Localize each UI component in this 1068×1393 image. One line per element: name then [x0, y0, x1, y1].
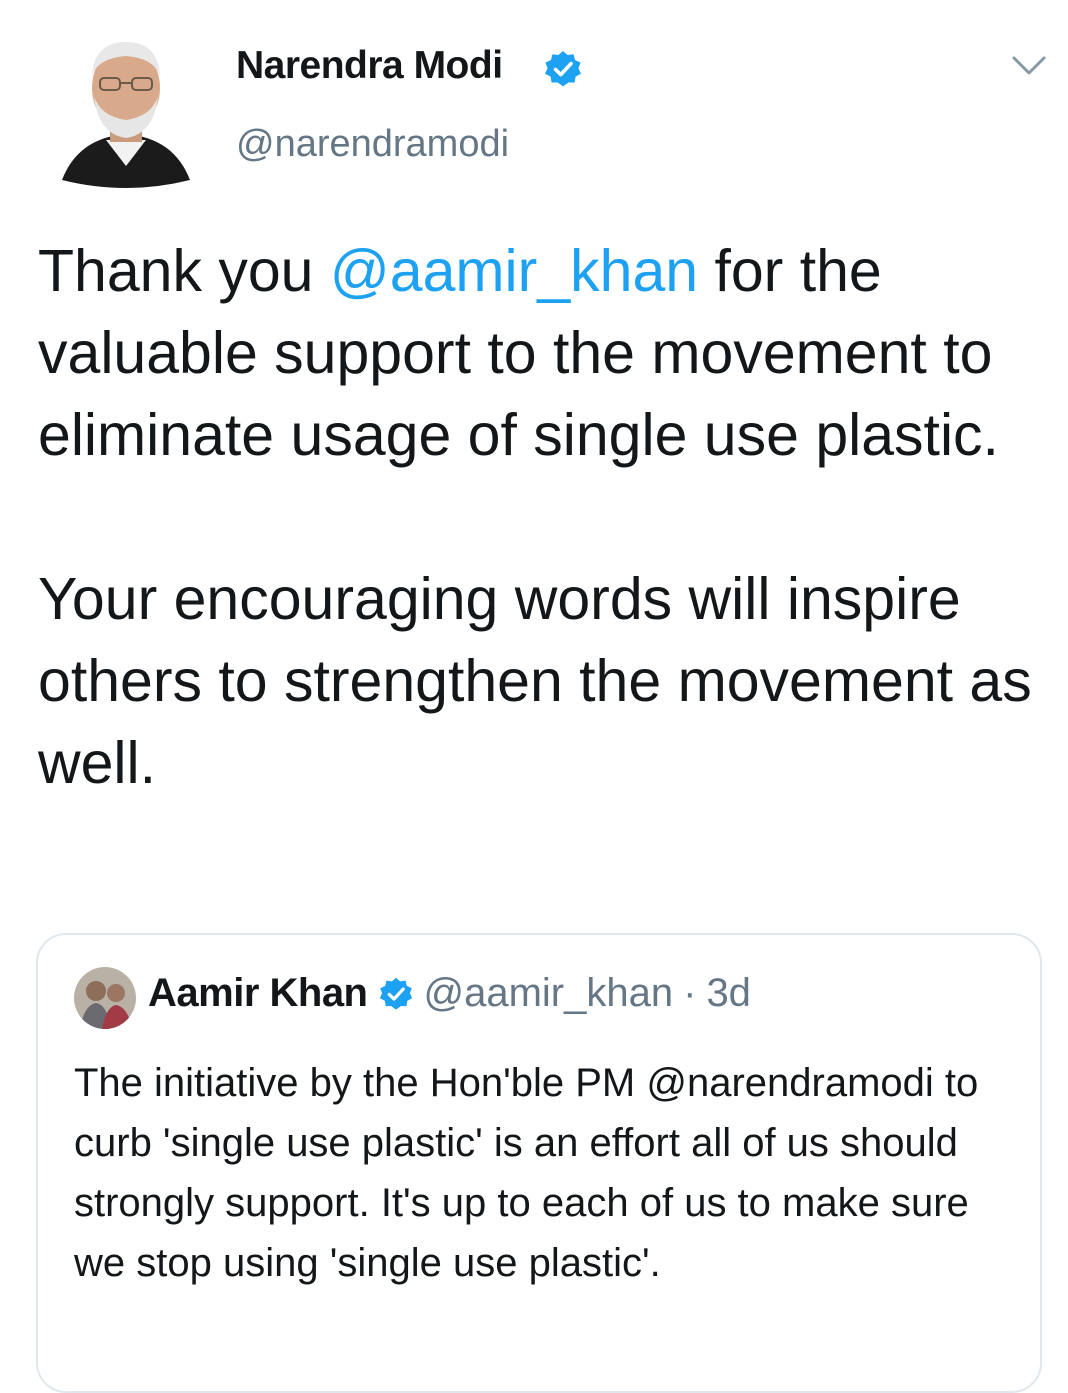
tweet-paragraph: Your encouraging words will inspire othe…	[38, 566, 1032, 796]
tweet-text-segment: Thank you	[38, 238, 330, 304]
tweet-paragraph: Thank you @aamir_khan for the valuable s…	[38, 230, 1048, 476]
quoted-author-avatar[interactable]	[74, 967, 136, 1029]
quoted-author-handle[interactable]: @aamir_khan	[424, 971, 674, 1016]
chevron-down-icon[interactable]	[1010, 52, 1048, 80]
separator-dot: ·	[683, 971, 697, 1015]
tweet-text: Thank you @aamir_khan for the valuable s…	[38, 230, 1048, 804]
quoted-tweet-card[interactable]: Aamir Khan @aamir_khan · 3d The initiati…	[36, 933, 1042, 1393]
verified-badge-icon	[543, 49, 583, 89]
author-name[interactable]: Narendra Modi	[236, 44, 503, 88]
quoted-tweet-text: The initiative by the Hon'ble PM @narend…	[74, 1061, 979, 1285]
mention-link[interactable]: @aamir_khan	[330, 238, 698, 304]
quoted-tweet-header: Aamir Khan @aamir_khan · 3d	[148, 971, 751, 1016]
author-handle[interactable]: @narendramodi	[236, 123, 509, 166]
verified-badge-icon	[379, 977, 412, 1010]
author-avatar[interactable]	[58, 30, 194, 188]
quoted-timestamp[interactable]: 3d	[706, 971, 751, 1016]
quoted-author-name[interactable]: Aamir Khan	[148, 971, 368, 1016]
